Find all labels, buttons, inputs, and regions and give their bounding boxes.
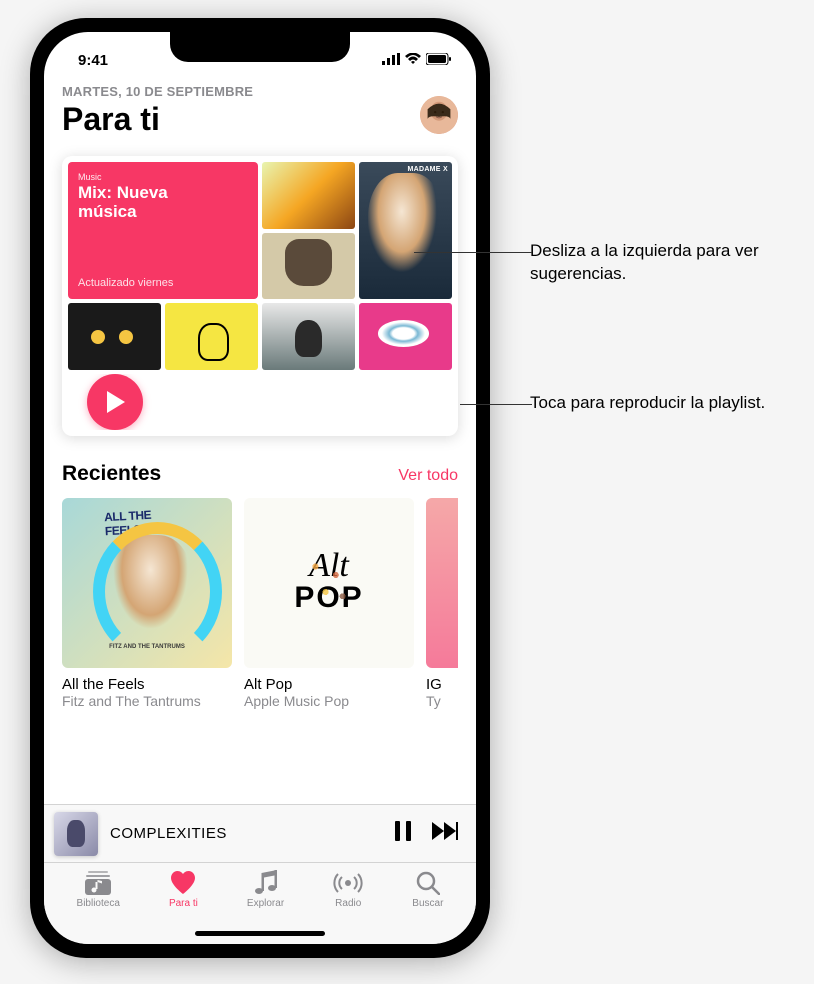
recent-artist: Fitz and The Tantrums [62, 693, 232, 709]
wifi-icon [405, 52, 421, 69]
cover-sub-badge: FITZ AND THE TANTRUMS [109, 644, 185, 650]
album-cover: Alt POP [244, 498, 414, 668]
album-cover [426, 498, 458, 668]
recent-title: Alt Pop [244, 676, 414, 693]
notch [170, 32, 350, 62]
play-button[interactable] [87, 374, 143, 430]
now-playing-title: COMPLEXITIES [110, 825, 394, 842]
header-date: MARTES, 10 DE SEPTIEMBRE [62, 84, 253, 99]
album-tile [68, 303, 161, 370]
tab-bar: Biblioteca Para ti Explorar [44, 862, 476, 944]
next-track-icon[interactable] [432, 822, 458, 845]
battery-icon [426, 52, 452, 69]
see-all-link[interactable]: Ver todo [398, 467, 458, 485]
album-tile [262, 303, 355, 370]
recent-item[interactable]: ALL THE FEELS FITZ AND THE TANTRUMS All … [62, 498, 232, 709]
profile-avatar[interactable] [420, 96, 458, 134]
now-playing-bar[interactable]: COMPLEXITIES [44, 804, 476, 862]
tab-label: Para ti [169, 898, 198, 909]
signal-icon [382, 52, 400, 69]
play-tile [68, 374, 161, 430]
album-tile [262, 162, 355, 229]
tab-label: Biblioteca [77, 898, 120, 909]
phone-frame: 9:41 MARTES, 10 DE SEPTIEMBRE [30, 18, 490, 958]
home-indicator[interactable] [195, 931, 325, 936]
tab-label: Buscar [412, 898, 443, 909]
status-time: 9:41 [68, 52, 108, 69]
mix-title-1: Mix: Nueva [78, 183, 168, 202]
library-icon [85, 869, 111, 897]
recent-item[interactable]: IG Ty [426, 498, 458, 709]
mix-main-tile: Music Mix: Nuevamúsica Actualizado viern… [68, 162, 258, 299]
radio-icon [333, 869, 363, 897]
recent-artist: Apple Music Pop [244, 693, 414, 709]
heart-icon [170, 869, 196, 897]
recent-item[interactable]: Alt POP Alt Pop Apple Music Pop [244, 498, 414, 709]
mix-title-2: música [78, 202, 137, 221]
mix-playlist-card[interactable]: Music Mix: Nuevamúsica Actualizado viern… [62, 156, 458, 436]
music-note-icon [255, 869, 277, 897]
tab-radio[interactable]: Radio [333, 869, 363, 944]
album-tile: MADAME X [359, 162, 452, 299]
recent-artist: Ty [426, 693, 458, 709]
screen: 9:41 MARTES, 10 DE SEPTIEMBRE [44, 32, 476, 944]
mix-brand: Music [78, 172, 248, 182]
recent-section-title: Recientes [62, 462, 161, 486]
callout-swipe: Desliza a la izquierda para ver sugerenc… [530, 241, 759, 283]
recent-row[interactable]: ALL THE FEELS FITZ AND THE TANTRUMS All … [62, 498, 458, 709]
pause-icon[interactable] [394, 821, 412, 846]
album-label: MADAME X [407, 166, 448, 173]
album-cover: ALL THE FEELS FITZ AND THE TANTRUMS [62, 498, 232, 668]
now-playing-cover [54, 812, 98, 856]
recent-title: All the Feels [62, 676, 232, 693]
cover-badge: ALL THE FEELS [104, 506, 190, 538]
mix-subtitle: Actualizado viernes [78, 277, 248, 289]
cover-text-alt: Alt [309, 551, 349, 582]
tab-search[interactable]: Buscar [412, 869, 443, 944]
album-tile [165, 303, 258, 370]
page-title: Para ti [62, 101, 253, 138]
recent-title: IG [426, 676, 458, 693]
tab-for-you[interactable]: Para ti [169, 869, 198, 944]
tab-label: Radio [335, 898, 361, 909]
search-icon [416, 869, 440, 897]
tab-label: Explorar [247, 898, 284, 909]
callout-tap: Toca para reproducir la playlist. [530, 393, 765, 412]
album-tile [359, 303, 452, 370]
tab-library[interactable]: Biblioteca [77, 869, 120, 944]
album-tile [262, 233, 355, 300]
cover-text-pop: POP [294, 581, 363, 615]
